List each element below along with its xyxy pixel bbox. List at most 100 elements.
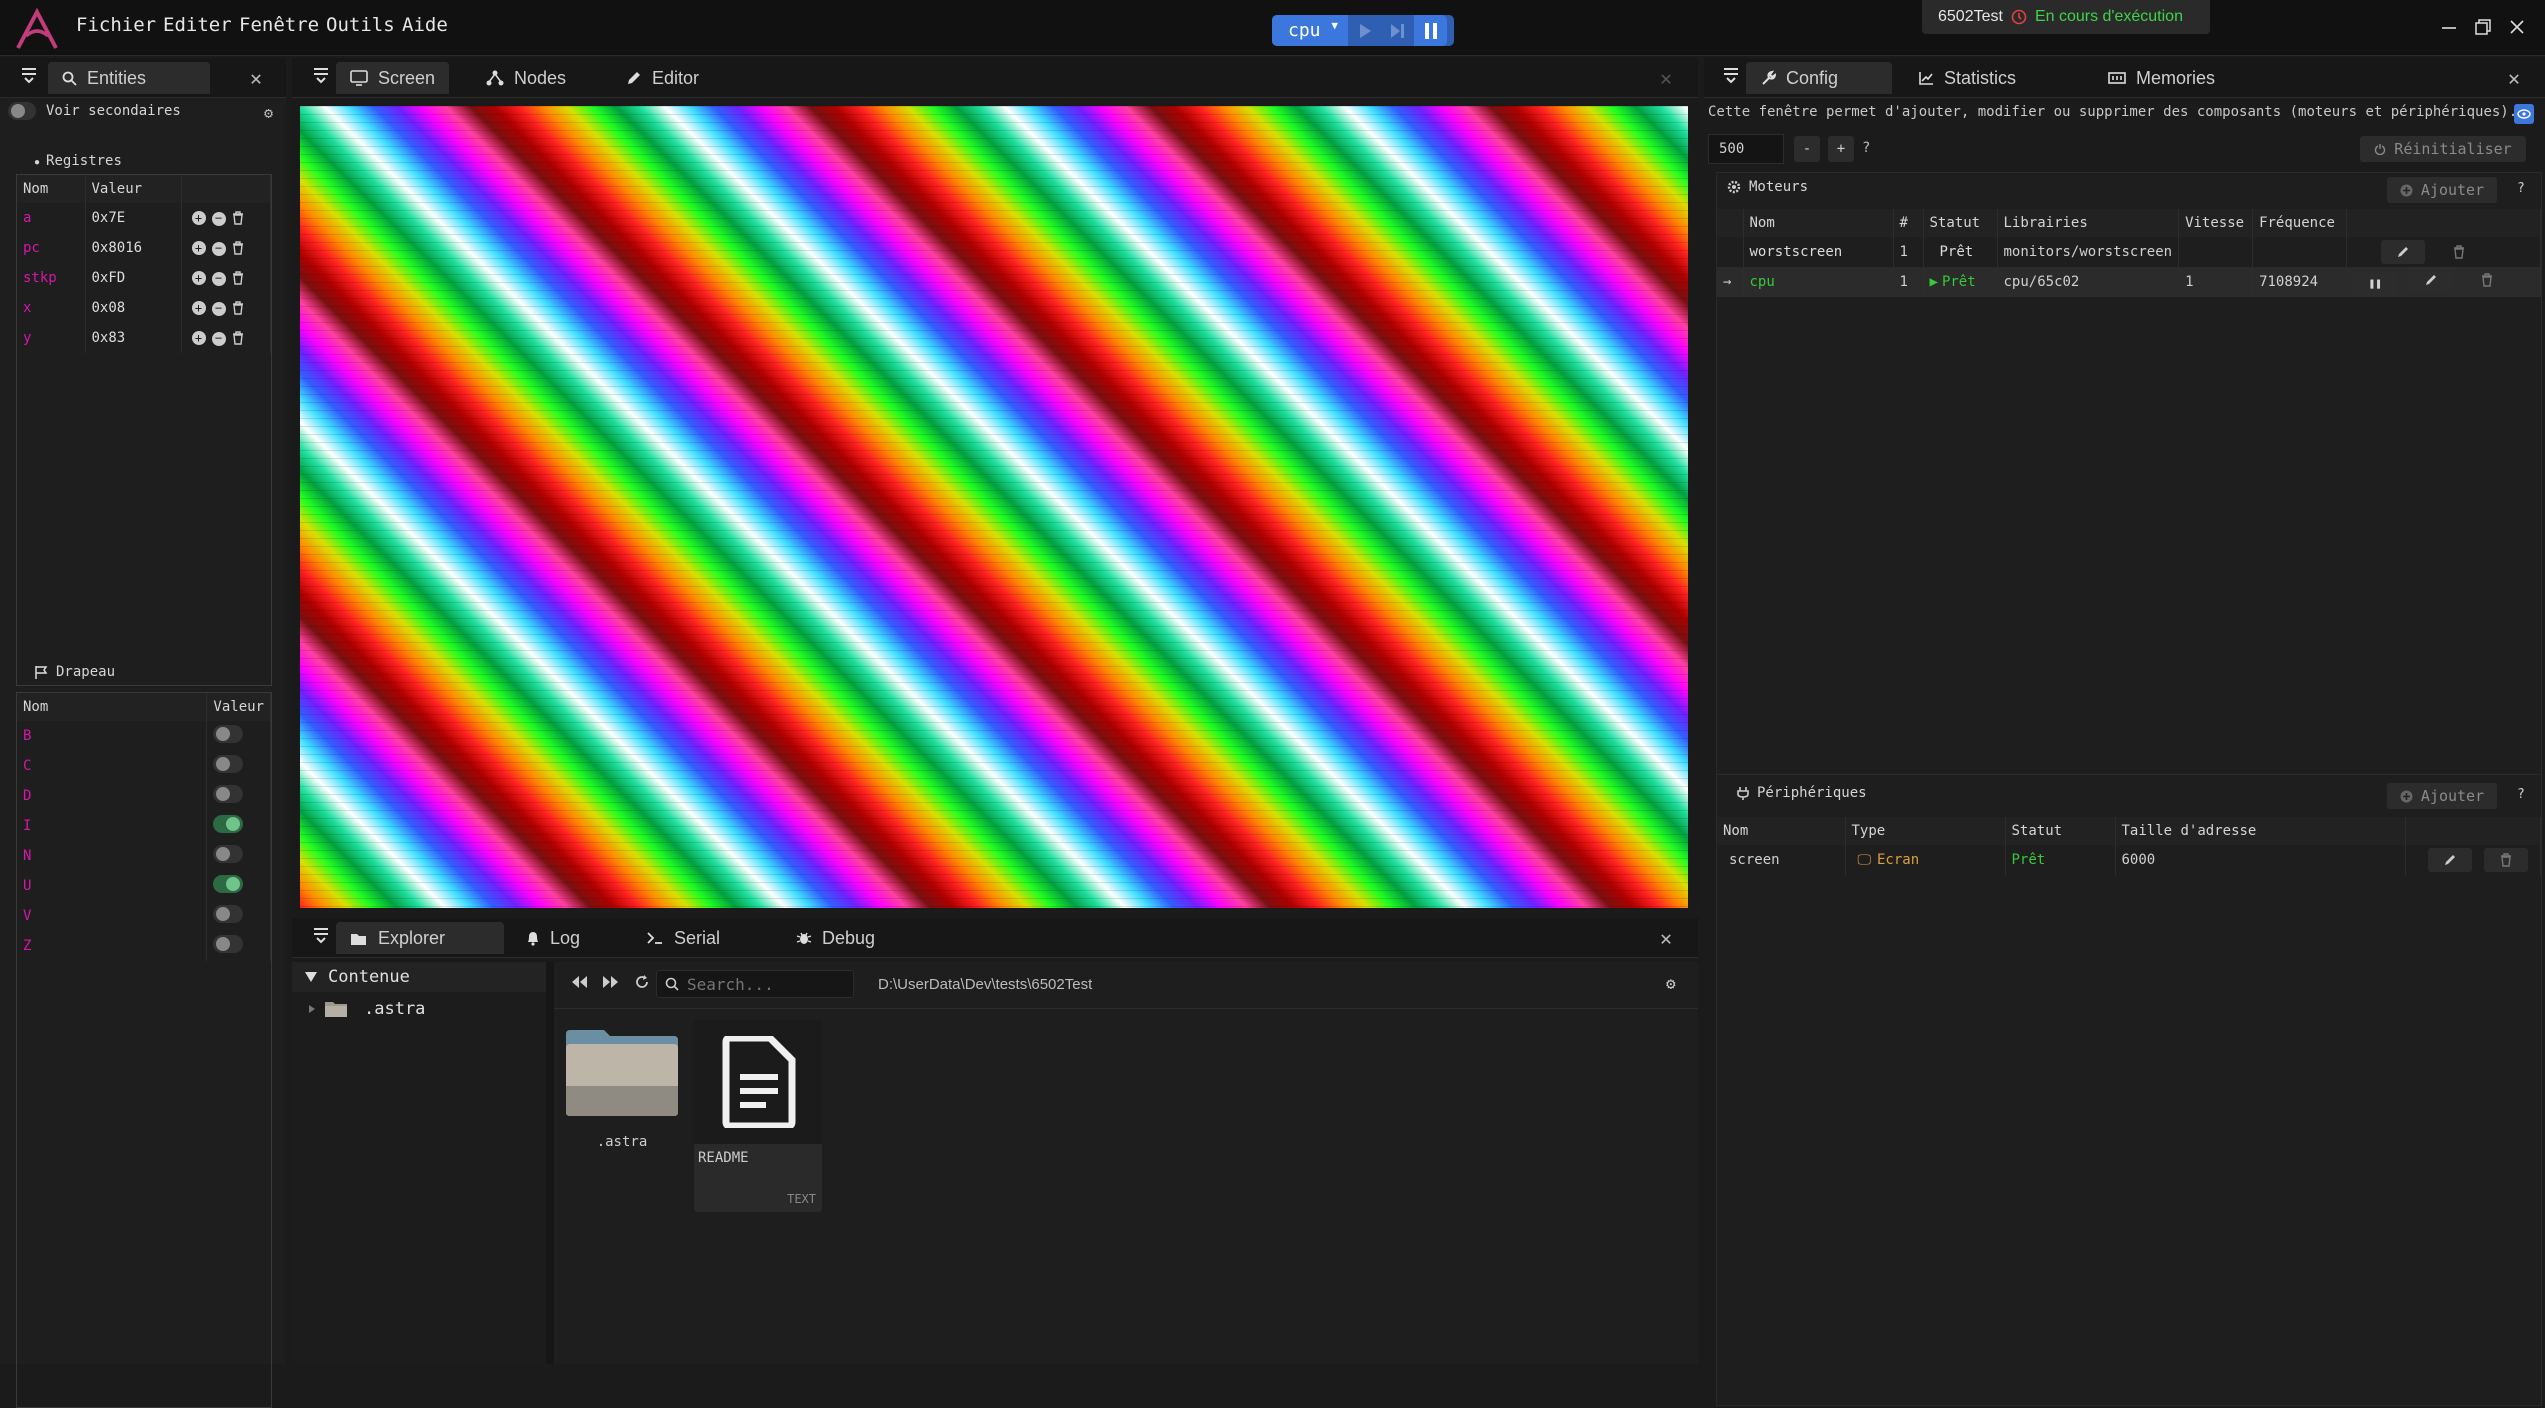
menu-file[interactable]: Fichier bbox=[76, 14, 156, 36]
reset-button[interactable]: Réinitialiser bbox=[2360, 136, 2526, 162]
cpu-select[interactable]: cpu ▼ bbox=[1272, 15, 1348, 46]
trash-icon[interactable] bbox=[232, 301, 244, 315]
tab-explorer[interactable]: Explorer bbox=[336, 922, 504, 954]
flag-toggle[interactable] bbox=[213, 815, 244, 833]
right-tabbar: Config Statistics Memories ✕ bbox=[1704, 58, 2545, 98]
edit-button[interactable] bbox=[2409, 268, 2454, 293]
menu-tools[interactable]: Outils bbox=[326, 14, 395, 36]
help-icon[interactable]: ? bbox=[2517, 787, 2525, 802]
file-tile[interactable]: .astra bbox=[564, 1022, 680, 1168]
pause-button[interactable] bbox=[1414, 15, 1447, 46]
add-engine-label: Ajouter bbox=[2420, 181, 2485, 199]
trash-icon[interactable] bbox=[232, 241, 244, 255]
increment-button[interactable]: + bbox=[1828, 136, 1854, 162]
panel-menu-icon[interactable] bbox=[312, 926, 330, 944]
remove-circle-icon[interactable]: − bbox=[211, 302, 226, 316]
minimize-button[interactable] bbox=[2440, 18, 2458, 36]
flag-toggle[interactable] bbox=[213, 755, 244, 773]
eye-icon[interactable] bbox=[2514, 104, 2534, 124]
tree-root[interactable]: Contenue bbox=[292, 962, 546, 992]
play-button[interactable] bbox=[1348, 15, 1381, 46]
trash-icon[interactable] bbox=[232, 331, 244, 345]
delete-button[interactable] bbox=[2437, 240, 2481, 264]
tab-serial[interactable]: Serial bbox=[632, 922, 734, 954]
close-window-button[interactable] bbox=[2508, 18, 2526, 36]
step-button[interactable] bbox=[1381, 15, 1414, 46]
tab-editor[interactable]: Editor bbox=[612, 62, 713, 94]
pause-engine-button[interactable]: ❚❚ bbox=[2353, 271, 2398, 296]
delete-button[interactable] bbox=[2484, 848, 2528, 872]
gear-icon[interactable]: ⚙ bbox=[264, 104, 273, 122]
register-value[interactable]: 0x83 bbox=[85, 323, 182, 353]
close-entities-button[interactable]: ✕ bbox=[250, 66, 262, 90]
flag-toggle[interactable] bbox=[213, 935, 244, 953]
panel-menu-icon[interactable] bbox=[312, 66, 330, 84]
edit-button[interactable] bbox=[2428, 848, 2472, 872]
forward-icon[interactable] bbox=[602, 975, 620, 989]
back-icon[interactable] bbox=[570, 975, 588, 989]
delete-button[interactable] bbox=[2465, 268, 2509, 292]
speed-input[interactable]: 500 bbox=[1708, 134, 1784, 164]
splitter[interactable] bbox=[546, 962, 554, 1364]
tab-screen[interactable]: Screen bbox=[336, 62, 450, 94]
remove-circle-icon[interactable]: − bbox=[211, 212, 226, 226]
engine-row[interactable]: worstscreen 1 Prêt monitors/worstscreen bbox=[1717, 237, 2541, 267]
menu-help[interactable]: Aide bbox=[402, 14, 448, 36]
show-secondary-toggle[interactable] bbox=[8, 102, 36, 120]
add-circle-icon[interactable]: + bbox=[191, 241, 206, 255]
register-value[interactable]: 0x7E bbox=[85, 203, 182, 233]
close-explorer-button[interactable]: ✕ bbox=[1660, 926, 1672, 950]
search-box[interactable] bbox=[656, 970, 854, 998]
flag-toggle[interactable] bbox=[213, 785, 244, 803]
file-tile[interactable]: README TEXT bbox=[694, 1020, 822, 1212]
emulator-screen[interactable] bbox=[300, 106, 1688, 908]
add-circle-icon[interactable]: + bbox=[191, 301, 206, 315]
edit-button[interactable] bbox=[2381, 240, 2426, 264]
menu-edit[interactable]: Editer bbox=[163, 14, 232, 36]
remove-circle-icon[interactable]: − bbox=[211, 272, 226, 286]
tab-debug[interactable]: Debug bbox=[782, 922, 889, 954]
remove-circle-icon[interactable]: − bbox=[211, 242, 226, 256]
register-value[interactable]: 0x08 bbox=[85, 293, 182, 323]
gear-icon[interactable]: ⚙ bbox=[1666, 974, 1676, 993]
register-value[interactable]: 0x8016 bbox=[85, 233, 182, 263]
maximize-button[interactable] bbox=[2474, 18, 2492, 36]
refresh-icon[interactable] bbox=[634, 974, 650, 990]
register-value[interactable]: 0xFD bbox=[85, 263, 182, 293]
trash-icon[interactable] bbox=[232, 211, 244, 225]
help-icon[interactable]: ? bbox=[2517, 181, 2525, 196]
decrement-button[interactable]: - bbox=[1794, 136, 1820, 162]
astra-logo-icon[interactable] bbox=[14, 8, 60, 50]
run-controls: cpu ▼ bbox=[1272, 15, 1454, 46]
engine-row[interactable]: → cpu 1 ▶ Prêt cpu/65c02 1 7108924 ❚❚ bbox=[1717, 267, 2541, 297]
close-config-button[interactable]: ✕ bbox=[2508, 66, 2520, 90]
flag-toggle[interactable] bbox=[213, 725, 244, 743]
remove-circle-icon[interactable]: − bbox=[211, 332, 226, 346]
flag-toggle[interactable] bbox=[213, 875, 244, 893]
panel-menu-icon[interactable] bbox=[20, 66, 38, 84]
register-row: y 0x83 + − bbox=[17, 323, 271, 353]
add-circle-icon[interactable]: + bbox=[191, 211, 206, 225]
flag-toggle[interactable] bbox=[213, 905, 244, 923]
help-icon[interactable]: ? bbox=[1862, 140, 1870, 156]
tree-item-astra[interactable]: .astra bbox=[292, 992, 546, 1026]
tab-nodes[interactable]: Nodes bbox=[472, 62, 580, 94]
tab-memories[interactable]: Memories bbox=[2094, 62, 2229, 94]
add-circle-icon[interactable]: + bbox=[191, 331, 206, 345]
add-engine-button[interactable]: Ajouter bbox=[2387, 177, 2497, 203]
panel-menu-icon[interactable] bbox=[1722, 66, 1740, 84]
tab-entities[interactable]: Entities bbox=[48, 62, 210, 94]
search-input[interactable] bbox=[687, 974, 847, 994]
tab-log[interactable]: Log bbox=[512, 922, 594, 954]
add-peripheral-button[interactable]: Ajouter bbox=[2387, 783, 2497, 809]
register-actions: + − bbox=[181, 263, 271, 293]
flag-toggle[interactable] bbox=[213, 845, 244, 863]
peripheral-row[interactable]: screen 🖵 Ecran Prêt 6000 bbox=[1717, 845, 2541, 875]
tab-statistics[interactable]: Statistics bbox=[1904, 62, 2030, 94]
add-circle-icon[interactable]: + bbox=[191, 271, 206, 285]
tab-config[interactable]: Config bbox=[1746, 62, 1892, 94]
close-screen-button[interactable]: ✕ bbox=[1660, 66, 1672, 90]
trash-icon[interactable] bbox=[232, 271, 244, 285]
menu-window[interactable]: Fenêtre bbox=[239, 14, 319, 36]
register-actions: + − bbox=[181, 323, 271, 353]
